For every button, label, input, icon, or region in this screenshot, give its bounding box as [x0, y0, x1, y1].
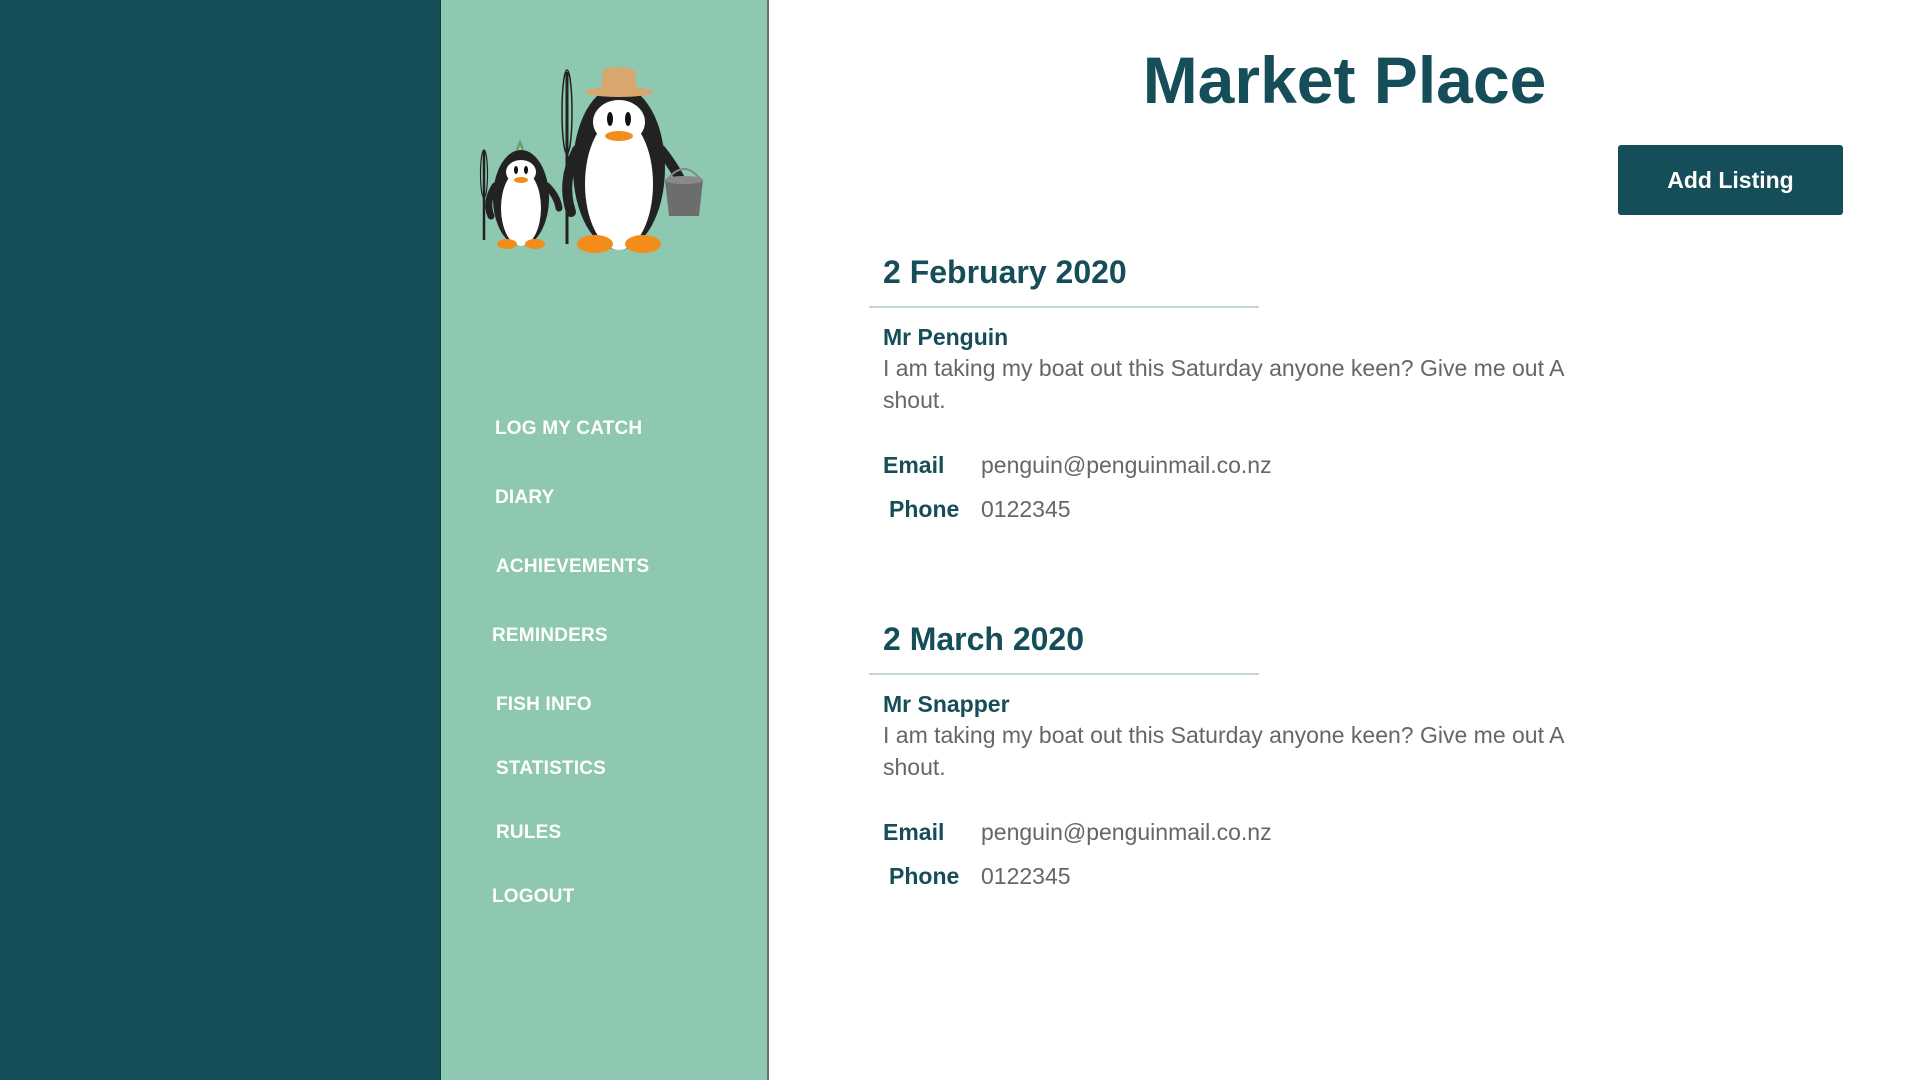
email-label: Email [883, 452, 945, 478]
contact-email-row: Email penguin@penguinmail.co.nz [869, 817, 1569, 861]
phone-value: 0122345 [981, 496, 1071, 522]
page-title: Market Place [1142, 43, 1547, 117]
nav-fish-info[interactable]: FISH INFO [496, 694, 592, 716]
contact-phone-row: Phone 0122345 [869, 861, 1569, 905]
nav-statistics[interactable]: STATISTICS [496, 758, 606, 780]
listing-author: Mr Snapper [883, 691, 1010, 717]
contact-phone-row: Phone 0122345 [869, 494, 1569, 538]
listing-card: 2 February 2020 Mr Penguin I am taking m… [869, 249, 1569, 538]
nav-achievements[interactable]: ACHIEVEMENTS [496, 556, 649, 578]
add-listing-button[interactable]: Add Listing [1618, 145, 1843, 215]
email-link[interactable]: penguin@penguinmail.co.nz [981, 817, 1272, 847]
listing-author: Mr Penguin [883, 324, 1009, 350]
listing-card: 2 March 2020 Mr Snapper I am taking my b… [869, 616, 1569, 905]
phone-label: Phone [889, 863, 960, 889]
nav-reminders[interactable]: REMINDERS [492, 625, 608, 647]
listing-message: I am taking my boat out this Saturday an… [883, 722, 1564, 780]
main-content: Market Place Add Listing 2 February 2020… [769, 0, 1920, 1080]
listing-date: 2 March 2020 [883, 621, 1085, 657]
listing-date: 2 February 2020 [883, 254, 1127, 290]
contact-email-row: Email penguin@penguinmail.co.nz [869, 450, 1569, 494]
phone-label: Phone [889, 496, 960, 522]
listing-divider [869, 673, 1259, 675]
nav-log-my-catch[interactable]: LOG MY CATCH [495, 418, 642, 440]
listing-message: I am taking my boat out this Saturday an… [883, 355, 1564, 413]
email-link[interactable]: penguin@penguinmail.co.nz [981, 450, 1272, 480]
phone-value: 0122345 [981, 863, 1071, 889]
nav-rules[interactable]: RULES [496, 822, 561, 844]
listing-divider [869, 306, 1259, 308]
sidebar: LOG MY CATCH DIARY ACHIEVEMENTS REMINDER… [441, 0, 769, 1080]
nav-diary[interactable]: DIARY [495, 487, 554, 509]
left-dark-panel [0, 0, 441, 1080]
nav-logout[interactable]: LOGOUT [492, 886, 574, 908]
penguins-fishing-logo [479, 67, 703, 253]
email-label: Email [883, 819, 945, 845]
